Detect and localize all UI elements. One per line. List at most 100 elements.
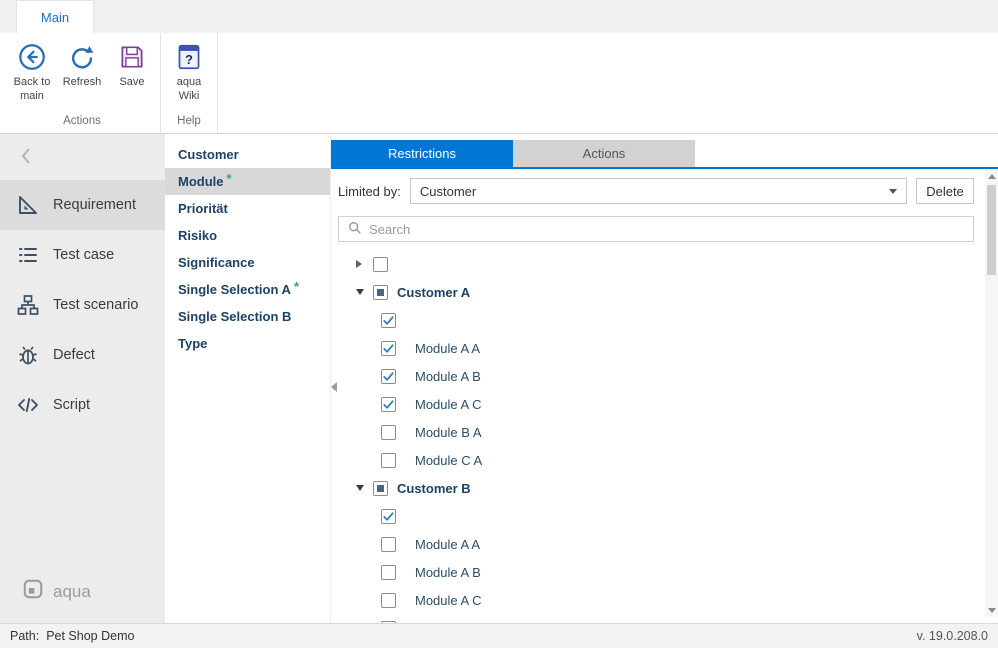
search-input[interactable] — [369, 222, 964, 237]
field-item-significance[interactable]: Significance — [165, 249, 330, 276]
limited-by-dropdown[interactable]: Customer — [410, 178, 907, 204]
field-label: Customer — [178, 147, 239, 162]
wiki-icon: ? — [176, 41, 202, 73]
sidebar-item-defect[interactable]: Defect — [0, 330, 165, 380]
checkbox-checked[interactable] — [381, 341, 396, 356]
tree-row[interactable] — [338, 306, 974, 334]
tree-row[interactable]: Module C A — [338, 446, 974, 474]
sidebar-item-script[interactable]: Script — [0, 380, 165, 430]
search-box — [338, 216, 974, 242]
aqua-logo-text: aqua — [53, 582, 91, 602]
field-item-priorit-t[interactable]: Priorität — [165, 195, 330, 222]
tree-row[interactable]: Module A C — [338, 390, 974, 418]
limited-by-value: Customer — [420, 184, 476, 199]
tab-actions[interactable]: Actions — [513, 140, 695, 167]
field-label: Risiko — [178, 228, 217, 243]
refresh-button[interactable]: Refresh — [57, 38, 107, 92]
vertical-scrollbar[interactable] — [985, 170, 998, 617]
test-scenario-icon — [16, 293, 40, 317]
checkbox-checked[interactable] — [381, 313, 396, 328]
checkbox-checked[interactable] — [381, 397, 396, 412]
sidebar-item-requirement[interactable]: Requirement — [0, 180, 165, 230]
field-item-type[interactable]: Type — [165, 330, 330, 357]
expand-arrow-icon[interactable] — [356, 260, 367, 268]
scroll-down-arrow[interactable] — [985, 604, 998, 617]
sidebar-collapse-button[interactable] — [0, 134, 165, 180]
collapse-arrow-icon[interactable] — [356, 289, 367, 295]
tree-item-label: Module A A — [415, 341, 480, 356]
field-item-risiko[interactable]: Risiko — [165, 222, 330, 249]
sidebar-item-test-scenario[interactable]: Test scenario — [0, 280, 165, 330]
delete-button[interactable]: Delete — [916, 178, 974, 204]
app-window: Main Back to mainRefreshSave Actions ?aq… — [0, 0, 998, 648]
ribbon-group-label: Actions — [7, 115, 157, 133]
checkbox-indeterminate[interactable] — [373, 285, 388, 300]
checkbox-unchecked[interactable] — [381, 453, 396, 468]
content-panel: Restrictions Actions Limited by: Custome… — [331, 134, 998, 623]
checkbox-checked[interactable] — [381, 509, 396, 524]
field-item-customer[interactable]: Customer — [165, 141, 330, 168]
ribbon: Main Back to mainRefresh Save Actions ?aq… — [0, 0, 998, 134]
ribbon-body: Back to mainRefresh Save Actions ?aqua Wi… — [0, 33, 998, 133]
tree-row[interactable]: Customer B — [338, 474, 974, 502]
field-item-single-selection-a[interactable]: Single Selection A* — [165, 276, 330, 303]
tree-item-label: Module A C — [415, 593, 482, 608]
tree-row[interactable]: Module A A — [338, 530, 974, 558]
checkbox-unchecked[interactable] — [381, 425, 396, 440]
tree-row[interactable]: Customer A — [338, 278, 974, 306]
tree-row[interactable]: Module A A — [338, 334, 974, 362]
ribbon-button-label: aqua Wiki — [165, 75, 213, 104]
tree-row[interactable]: Module A B — [338, 362, 974, 390]
tree-item-label: Customer A — [397, 285, 470, 300]
chevron-down-icon — [889, 189, 897, 194]
aqua-wiki-button[interactable]: ?aqua Wiki — [164, 38, 214, 107]
splitter-collapse-arrow[interactable] — [331, 382, 337, 392]
checkbox-unchecked[interactable] — [381, 565, 396, 580]
required-asterisk: * — [227, 171, 232, 186]
field-item-module[interactable]: Module* — [165, 168, 330, 195]
tree-item-label: Module A A — [415, 537, 480, 552]
field-label: Single Selection A — [178, 282, 291, 297]
scroll-up-arrow[interactable] — [985, 170, 998, 183]
sidebar-item-label: Test case — [53, 247, 114, 263]
ribbon-group-help: ?aqua Wiki Help — [161, 33, 218, 133]
checkbox-unchecked[interactable] — [373, 257, 388, 272]
back-to-main-button[interactable]: Back to main — [7, 38, 57, 107]
accent-line — [331, 167, 998, 169]
sidebar-item-test-case[interactable]: Test case — [0, 230, 165, 280]
sidebar-item-label: Defect — [53, 347, 95, 363]
path-label: Path: — [10, 629, 39, 643]
required-asterisk: * — [294, 279, 299, 294]
sidebar: Requirement Test case Test scenario Defect S… — [0, 134, 165, 623]
tab-restrictions[interactable]: Restrictions — [331, 140, 513, 167]
tree-row[interactable]: Module B A — [338, 614, 974, 623]
checkbox-indeterminate[interactable] — [373, 481, 388, 496]
tree-row[interactable] — [338, 502, 974, 530]
requirement-icon — [16, 193, 40, 217]
checkbox-checked[interactable] — [381, 621, 396, 624]
ribbon-button-label: Save — [119, 75, 144, 89]
chevron-left-icon — [20, 147, 32, 168]
aqua-logo-icon — [22, 578, 44, 605]
tree-row[interactable] — [338, 250, 974, 278]
field-item-single-selection-b[interactable]: Single Selection B — [165, 303, 330, 330]
checkbox-unchecked[interactable] — [381, 593, 396, 608]
version-label: v. 19.0.208.0 — [917, 629, 988, 643]
save-button[interactable]: Save — [107, 38, 157, 92]
tree-item-label: Module A B — [415, 565, 481, 580]
field-label: Priorität — [178, 201, 228, 216]
path-value: Pet Shop Demo — [46, 629, 134, 643]
ribbon-tab-main[interactable]: Main — [16, 0, 94, 33]
collapse-arrow-icon[interactable] — [356, 485, 367, 491]
tree-item-label: Module A B — [415, 369, 481, 384]
tree-row[interactable]: Module A C — [338, 586, 974, 614]
tab-strip: Restrictions Actions — [331, 140, 998, 167]
sidebar-item-label: Test scenario — [53, 297, 138, 313]
checkbox-checked[interactable] — [381, 369, 396, 384]
tree-row[interactable]: Module B A — [338, 418, 974, 446]
tree-row[interactable]: Module A B — [338, 558, 974, 586]
ribbon-tab-strip: Main — [0, 0, 998, 33]
sidebar-item-label: Requirement — [53, 197, 136, 213]
checkbox-unchecked[interactable] — [381, 537, 396, 552]
scrollbar-thumb[interactable] — [987, 185, 996, 275]
